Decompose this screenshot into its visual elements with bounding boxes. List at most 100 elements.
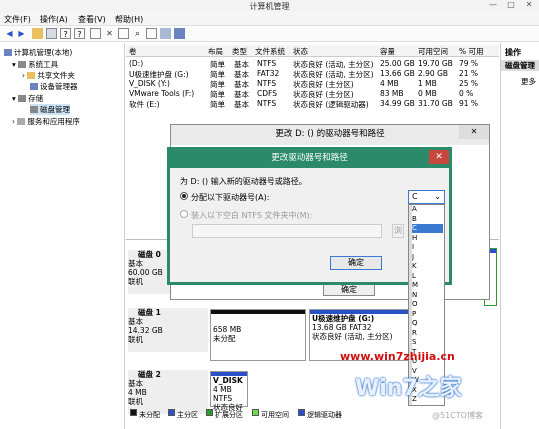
tree-services[interactable]: › 服务和应用程序: [12, 116, 80, 127]
new-icon[interactable]: [118, 28, 129, 39]
col-layout[interactable]: 布局: [208, 46, 223, 57]
actions-section[interactable]: 磁盘管理: [501, 60, 539, 71]
services-icon: [17, 118, 26, 125]
expand-icon[interactable]: ▾: [12, 60, 16, 69]
table-row[interactable]: 软件 (E:) 简单 基本 NTFS 状态良好 (逻辑驱动器) 34.99 GB 31.70…: [126, 99, 499, 109]
inner-ok-button[interactable]: 确定: [330, 256, 382, 270]
export-icon[interactable]: [146, 28, 157, 39]
actions-title: 操作: [505, 48, 521, 57]
minimize-button[interactable]: —: [485, 0, 501, 12]
help-icon[interactable]: ?: [74, 28, 85, 39]
radio-assign-letter-label: 分配以下驱动器号(A):: [191, 193, 270, 202]
menu-action[interactable]: 操作(A): [40, 14, 68, 25]
option-k[interactable]: K: [409, 262, 443, 271]
option-m[interactable]: M: [409, 281, 443, 290]
table-row[interactable]: U极速维护盘 (G:) 简单 基本 FAT32 状态良好 (活动, 主分区) 13.66 …: [126, 69, 499, 79]
actions-more[interactable]: 更多: [521, 76, 536, 87]
option-q[interactable]: Q: [409, 319, 443, 328]
col-type[interactable]: 类型: [232, 46, 247, 57]
option-h[interactable]: H: [409, 234, 443, 243]
col-status[interactable]: 状态: [293, 46, 308, 57]
option-o[interactable]: O: [409, 300, 443, 309]
console-tree-icon[interactable]: [46, 28, 57, 39]
tree-disk-management[interactable]: 磁盘管理: [30, 104, 70, 115]
device-icon: [30, 83, 38, 90]
tree-storage[interactable]: ▾ 存储: [12, 93, 43, 104]
browse-button[interactable]: 浏: [392, 224, 404, 238]
drive-letter-select[interactable]: C ⌄: [408, 190, 445, 204]
back-icon[interactable]: ◀: [4, 28, 15, 39]
tree-root[interactable]: 计算机管理(本地): [4, 47, 72, 58]
menu-bar: 文件(F) 操作(A) 查看(V) 帮助(H): [0, 12, 539, 26]
close-icon[interactable]: ✕: [459, 125, 489, 139]
swatch-icon: [168, 409, 175, 416]
properties-icon[interactable]: ?: [60, 28, 71, 39]
disk-icon: [30, 106, 38, 113]
swatch-icon: [206, 409, 213, 416]
option-p[interactable]: P: [409, 310, 443, 319]
search-icon[interactable]: ⌕: [132, 28, 143, 39]
option-n[interactable]: N: [409, 291, 443, 300]
inner-dialog-title: 更改驱动器号和路径: [170, 150, 449, 168]
menu-view[interactable]: 查看(V): [78, 14, 106, 25]
menu-file[interactable]: 文件(F): [4, 14, 31, 25]
disk-1-unallocated[interactable]: 658 MB 未分配: [210, 309, 306, 361]
expand-icon[interactable]: ›: [22, 71, 25, 80]
window-title: 计算机管理: [249, 2, 290, 11]
radio-mount-folder[interactable]: [180, 210, 188, 218]
pane-icon[interactable]: [90, 28, 101, 39]
col-volume[interactable]: 卷: [129, 46, 137, 57]
option-j[interactable]: J: [409, 253, 443, 262]
col-fs[interactable]: 文件系统: [255, 46, 285, 57]
tree-system-tools[interactable]: ▾ 系统工具: [12, 59, 58, 70]
watermark-brand: Win7之家: [355, 376, 462, 401]
unallocated-bar: [211, 310, 305, 314]
option-c[interactable]: C: [409, 224, 443, 233]
maximize-button[interactable]: □: [503, 0, 519, 12]
refresh-icon[interactable]: [160, 28, 171, 39]
toolbar: ◀ ▶ ? ? ✕ ⌕: [0, 26, 539, 42]
option-b[interactable]: B: [409, 215, 443, 224]
expand-icon[interactable]: ▾: [12, 94, 16, 103]
close-button[interactable]: ✕: [521, 0, 537, 12]
disk-2-primary-partition[interactable]: V_DISK 4 MB NTFS 状态良好: [210, 371, 248, 412]
radio-mount-folder-label: 装入以下空白 NTFS 文件夹中(M):: [191, 211, 313, 220]
col-capacity[interactable]: 容量: [380, 46, 395, 57]
table-row[interactable]: (D:) 简单 基本 NTFS 状态良好 (活动, 主分区) 25.00 GB 19.70 …: [126, 59, 499, 69]
legend-extended: 扩展分区: [206, 409, 243, 419]
outer-dialog-title: 更改 D: () 的驱动器号和路径: [171, 125, 489, 145]
view-icon[interactable]: [174, 28, 185, 39]
tools-icon: [18, 61, 27, 68]
volume-list-header: 卷 布局 类型 文件系统 状态 容量 可用空间 % 可用: [126, 45, 499, 57]
col-free[interactable]: 可用空间: [418, 46, 448, 57]
console-tree: 计算机管理(本地) ▾ 系统工具 › 共享文件夹 设备管理器 ▾ 存储 磁盘管理…: [0, 43, 125, 429]
legend-free: 可用空间: [252, 409, 289, 419]
legend-unallocated: 未分配: [130, 409, 160, 419]
swatch-icon: [130, 409, 137, 416]
disk-1-label[interactable]: 磁盘 1 基本 14.32 GB 联机: [128, 308, 208, 352]
expand-icon[interactable]: ›: [12, 117, 15, 126]
storage-icon: [18, 95, 27, 102]
option-l[interactable]: L: [409, 272, 443, 281]
delete-icon[interactable]: ✕: [104, 28, 115, 39]
option-s[interactable]: S: [409, 338, 443, 347]
chevron-down-icon[interactable]: ⌄: [434, 191, 441, 203]
legend-primary: 主分区: [168, 409, 198, 419]
forward-icon[interactable]: ▶: [16, 28, 27, 39]
swatch-icon: [298, 409, 305, 416]
option-a[interactable]: A: [409, 205, 443, 214]
option-i[interactable]: I: [409, 243, 443, 252]
swatch-icon: [252, 409, 259, 416]
radio-assign-letter[interactable]: [180, 192, 188, 200]
option-r[interactable]: R: [409, 329, 443, 338]
menu-help[interactable]: 帮助(H): [115, 14, 143, 25]
table-row[interactable]: V_DISK (Y:) 简单 基本 NTFS 状态良好 (主分区) 4 MB 1 MB 25 …: [126, 79, 499, 89]
title-bar: 计算机管理 — □ ✕: [0, 0, 539, 12]
folder-path-input[interactable]: [192, 224, 382, 238]
close-icon[interactable]: ✕: [429, 150, 449, 164]
col-pct[interactable]: % 可用: [459, 46, 484, 57]
tree-shared-folders[interactable]: › 共享文件夹: [22, 70, 75, 81]
folder-up-icon[interactable]: [32, 28, 43, 39]
tree-device-manager[interactable]: 设备管理器: [30, 81, 78, 92]
table-row[interactable]: VMware Tools (F:) 简单 基本 CDFS 状态良好 (主分区) 83 MB…: [126, 89, 499, 99]
